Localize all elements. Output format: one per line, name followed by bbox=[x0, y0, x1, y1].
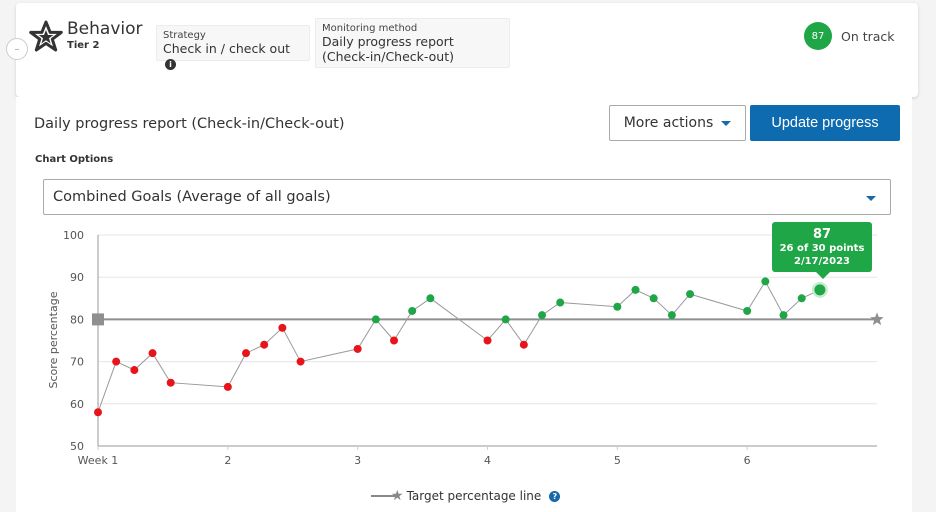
y-axis-label: Score percentage bbox=[47, 291, 60, 388]
y-tick-label: 100 bbox=[63, 229, 84, 242]
data-point bbox=[242, 349, 251, 358]
data-point bbox=[613, 302, 622, 311]
data-point bbox=[371, 315, 380, 324]
data-point bbox=[94, 408, 102, 417]
y-tick-label: 60 bbox=[70, 398, 84, 411]
data-point bbox=[761, 277, 770, 286]
y-tick-label: 90 bbox=[70, 271, 84, 284]
page: – Behavior Tier 2 Strategy Check in / ch… bbox=[0, 0, 936, 512]
series-line-group bbox=[97, 280, 821, 413]
data-point bbox=[519, 340, 528, 349]
data-point bbox=[483, 336, 492, 345]
data-point bbox=[779, 311, 788, 320]
data-point-tooltip: 87 26 of 30 points 2/17/2023 bbox=[772, 222, 872, 279]
data-point bbox=[296, 357, 305, 366]
data-point bbox=[390, 336, 399, 345]
help-icon[interactable]: ? bbox=[549, 490, 561, 502]
target-start-square-icon bbox=[92, 313, 104, 326]
x-tick-labels: Week 1 2 3 4 5 6 bbox=[78, 454, 751, 467]
data-point bbox=[112, 357, 121, 366]
data-point bbox=[501, 315, 510, 324]
tooltip-date: 2/17/2023 bbox=[793, 256, 850, 267]
x-tick-label: 3 bbox=[354, 454, 361, 467]
minus-icon: – bbox=[14, 43, 20, 55]
data-point bbox=[260, 340, 269, 349]
legend-label: Target percentage line bbox=[406, 489, 542, 503]
data-point bbox=[631, 285, 640, 294]
data-point bbox=[408, 306, 417, 315]
collapse-button[interactable]: – bbox=[6, 38, 28, 60]
series-line bbox=[97, 280, 821, 413]
data-point bbox=[223, 382, 232, 391]
data-point bbox=[649, 294, 658, 303]
data-point bbox=[743, 306, 752, 315]
data-point bbox=[814, 284, 826, 296]
x-tick-label: 5 bbox=[614, 454, 621, 467]
data-point bbox=[278, 323, 287, 332]
y-tick-label: 70 bbox=[70, 356, 84, 369]
data-point bbox=[130, 366, 139, 375]
y-tick-label: 80 bbox=[70, 313, 84, 326]
data-point bbox=[686, 290, 695, 299]
x-tick-label: 6 bbox=[744, 454, 751, 467]
data-point bbox=[426, 294, 435, 303]
data-point bbox=[166, 378, 175, 387]
data-point bbox=[538, 311, 547, 320]
legend-line-swatch bbox=[371, 495, 397, 497]
data-point bbox=[556, 298, 565, 307]
target-line-group bbox=[92, 312, 884, 326]
x-tick-label: 2 bbox=[224, 454, 231, 467]
data-point bbox=[797, 294, 806, 303]
y-tick-label: 50 bbox=[70, 440, 84, 453]
x-tick-label: 4 bbox=[484, 454, 491, 467]
data-point bbox=[148, 349, 157, 358]
x-tick-label: Week 1 bbox=[78, 454, 119, 467]
chart-legend: ★ Target percentage line ? bbox=[371, 488, 561, 504]
tooltip-points: 26 of 30 points bbox=[779, 243, 865, 254]
y-tick-labels: 50 60 70 80 90 100 bbox=[63, 229, 84, 453]
data-point bbox=[353, 344, 362, 353]
data-points-group bbox=[94, 277, 828, 417]
tooltip-score: 87 bbox=[812, 227, 832, 242]
target-end-star-icon bbox=[870, 312, 884, 326]
data-point bbox=[667, 311, 676, 320]
